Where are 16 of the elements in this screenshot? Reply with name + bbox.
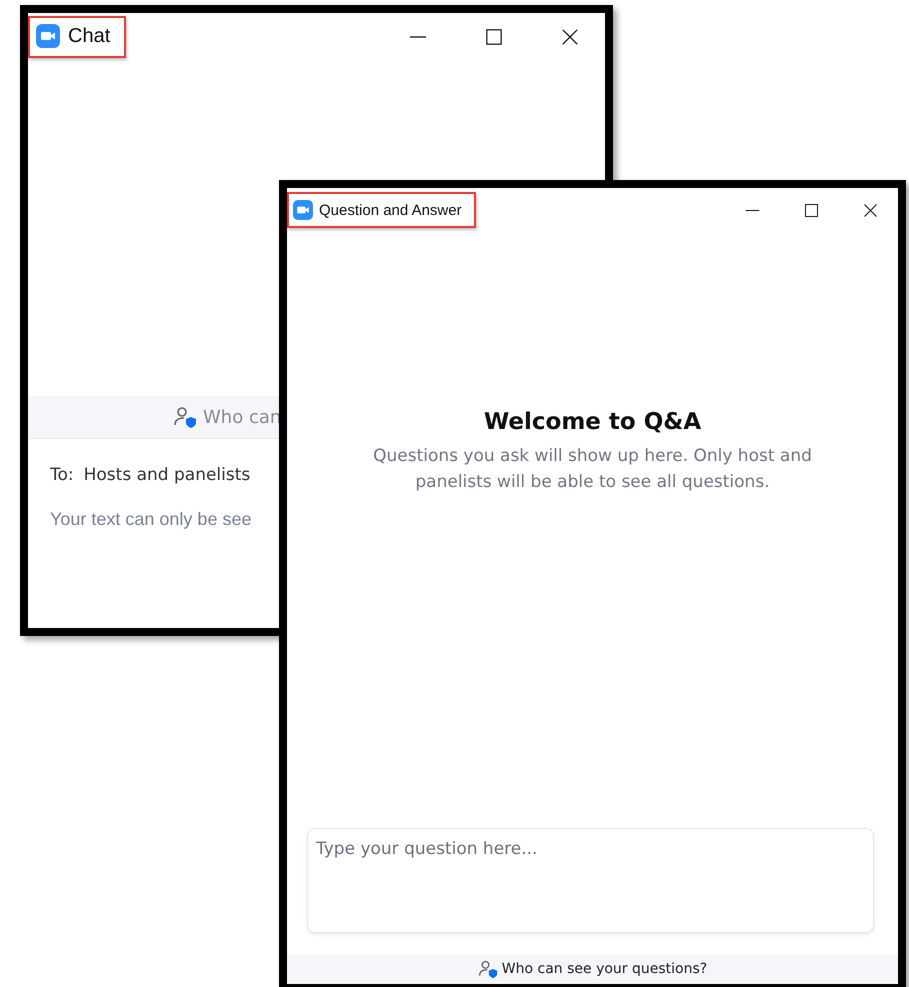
maximize-icon[interactable] <box>485 28 503 46</box>
recipient-dropdown[interactable]: Hosts and panelists <box>84 465 250 485</box>
privacy-link[interactable]: Who can see your questions? <box>502 961 708 978</box>
window-title: Question and Answer <box>319 202 462 219</box>
video-camera-icon <box>36 24 60 48</box>
welcome-description: Questions you ask will show up here. Only host and panelists will be able to see all questions. <box>372 444 813 494</box>
user-shield-icon <box>478 959 498 980</box>
user-shield-icon <box>173 405 197 429</box>
close-icon[interactable] <box>561 28 579 46</box>
recipient-label: To: <box>50 465 74 485</box>
maximize-icon[interactable] <box>804 202 819 218</box>
welcome-heading: Welcome to Q&A <box>484 408 702 435</box>
close-icon[interactable] <box>863 202 878 218</box>
window-title: Chat <box>68 24 110 48</box>
question-input[interactable]: Type your question here... <box>307 828 874 933</box>
video-camera-icon <box>293 200 313 220</box>
